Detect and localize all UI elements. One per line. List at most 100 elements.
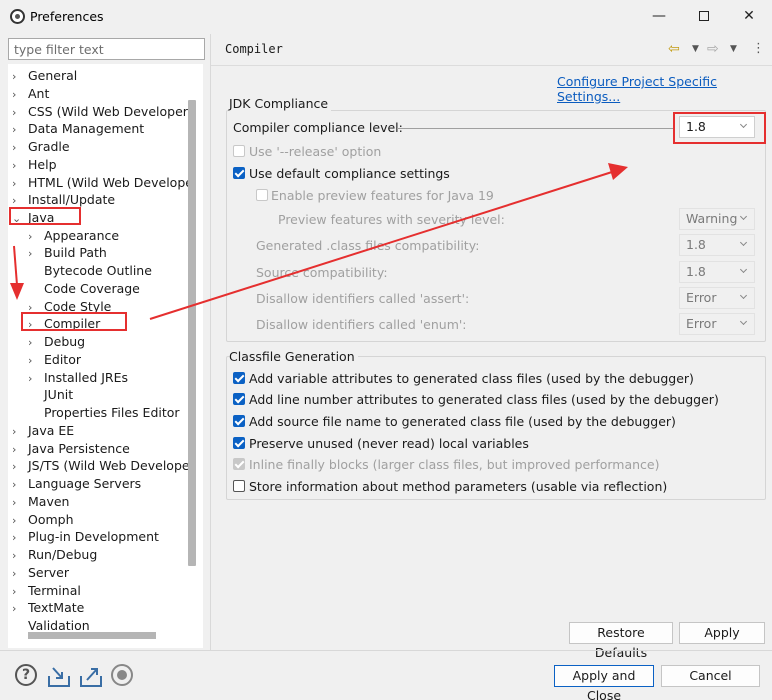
maximize-button[interactable]: [690, 5, 718, 27]
tree-item-server[interactable]: › Server: [12, 564, 69, 582]
tree-item-ant[interactable]: › Ant: [12, 85, 49, 103]
tree-item-oomph[interactable]: › Oomph: [12, 511, 74, 529]
tree-item-run-debug[interactable]: › Run/Debug: [12, 546, 97, 564]
cancel-button[interactable]: Cancel: [661, 665, 760, 687]
tree-horizontal-scrollbar[interactable]: [28, 632, 156, 639]
method-parameters-checkbox[interactable]: [233, 480, 245, 492]
tree-item-label: Bytecode Outline: [44, 263, 152, 278]
chevron-right-icon: ›: [12, 478, 17, 491]
tree-item-appearance[interactable]: › Appearance: [28, 227, 119, 245]
inline-finally-checkbox[interactable]: [233, 458, 245, 470]
preserve-unused-checkbox[interactable]: [233, 437, 245, 449]
tree-item-java-persistence[interactable]: › Java Persistence: [12, 440, 130, 458]
chevron-right-icon: ›: [28, 247, 33, 260]
apply-button[interactable]: Apply: [679, 622, 765, 644]
variable-attributes-checkbox[interactable]: [233, 372, 245, 384]
method-parameters-label: Store information about method parameter…: [249, 479, 668, 494]
source-file-name-checkbox[interactable]: [233, 415, 245, 427]
forward-dropdown-icon[interactable]: ▼: [730, 40, 737, 58]
tree-item-gradle[interactable]: › Gradle: [12, 138, 70, 156]
tree-item-label: Terminal: [28, 583, 81, 598]
preview-severity-select[interactable]: Warning: [679, 208, 755, 230]
chevron-right-icon: ›: [12, 123, 17, 136]
tree-item-css[interactable]: › CSS (Wild Web Developer): [12, 103, 193, 121]
tree-item-html[interactable]: › HTML (Wild Web Develope: [12, 174, 193, 192]
help-icon[interactable]: ?: [15, 664, 37, 686]
tree-item-label: Install/Update: [28, 192, 116, 207]
configure-project-settings-link[interactable]: Configure Project Specific Settings...: [557, 74, 772, 104]
tree-item-label: General: [28, 68, 78, 83]
compiler-highlight-box: [21, 312, 127, 331]
tree-item-data-management[interactable]: › Data Management: [12, 120, 144, 138]
preview-severity-label: Preview features with severity level:: [278, 212, 505, 227]
back-dropdown-icon[interactable]: ▼: [692, 40, 699, 58]
back-arrow-icon[interactable]: ⇦: [668, 40, 680, 58]
source-compat-select[interactable]: 1.8: [679, 261, 755, 283]
chevron-right-icon: ›: [12, 531, 17, 544]
use-release-label: Use '--release' option: [249, 144, 382, 159]
line-number-checkbox[interactable]: [233, 393, 245, 405]
disallow-assert-select[interactable]: Error: [679, 287, 755, 309]
tree-item-label: Build Path: [44, 245, 107, 260]
tree-item-properties-files-editor[interactable]: Properties Files Editor: [28, 404, 180, 422]
use-default-compliance-label: Use default compliance settings: [249, 166, 450, 181]
tree-item-textmate[interactable]: › TextMate: [12, 599, 84, 617]
tree-item-label: Installed JREs: [44, 370, 129, 385]
tree-item-build-path[interactable]: › Build Path: [28, 244, 107, 262]
tree-item-label: Java Persistence: [28, 441, 130, 456]
window-title: Preferences: [30, 9, 104, 24]
use-release-checkbox[interactable]: [233, 145, 245, 157]
tree-item-junit[interactable]: JUnit: [28, 386, 73, 404]
filter-input[interactable]: [8, 38, 205, 60]
chevron-right-icon: ›: [12, 425, 17, 438]
source-compat-label: Source compatibility:: [256, 265, 388, 280]
tree-item-label: Validation: [28, 618, 90, 633]
tree-item-label: Run/Debug: [28, 547, 98, 562]
apply-and-close-button[interactable]: Apply and Close: [554, 665, 654, 700]
tree-item-plugin-development[interactable]: › Plug-in Development: [12, 528, 159, 546]
tree-item-maven[interactable]: › Maven: [12, 493, 69, 511]
tree-item-label: Help: [28, 157, 57, 172]
view-menu-icon[interactable]: ⋮: [752, 40, 765, 58]
tree-item-terminal[interactable]: › Terminal: [12, 582, 81, 600]
preferences-tree: › General › Ant › CSS (Wild Web Developer) …: [8, 64, 203, 648]
disallow-enum-select[interactable]: Error: [679, 313, 755, 335]
tree-item-label: Properties Files Editor: [44, 405, 180, 420]
tree-item-help[interactable]: › Help: [12, 156, 57, 174]
minimize-button[interactable]: —: [645, 5, 673, 27]
forward-arrow-icon[interactable]: ⇨: [707, 40, 719, 58]
chevron-right-icon: ›: [28, 336, 33, 349]
import-icon[interactable]: [47, 664, 71, 688]
tree-item-installed-jres[interactable]: › Installed JREs: [28, 369, 128, 387]
classfile-generation-title: Classfile Generation: [229, 349, 358, 364]
source-compat-value: 1.8: [686, 264, 706, 279]
enable-preview-checkbox[interactable]: [256, 189, 268, 201]
tree-item-label: Gradle: [28, 139, 70, 154]
use-default-compliance-checkbox[interactable]: [233, 167, 245, 179]
tree-item-label: Data Management: [28, 121, 145, 136]
generated-compat-label: Generated .class files compatibility:: [256, 238, 480, 253]
restore-defaults-button[interactable]: Restore Defaults: [569, 622, 673, 660]
chevron-right-icon: ›: [28, 354, 33, 367]
tree-item-js-ts[interactable]: › JS/TS (Wild Web Developer: [12, 457, 195, 475]
tree-item-label: Editor: [44, 352, 81, 367]
tree-item-debug[interactable]: › Debug: [28, 333, 85, 351]
generated-compat-select[interactable]: 1.8: [679, 234, 755, 256]
chevron-down-icon: [739, 212, 748, 221]
chevron-right-icon: ›: [12, 549, 17, 562]
tree-item-general[interactable]: › General: [12, 67, 77, 85]
eclipse-icon: [10, 9, 25, 24]
record-icon[interactable]: [111, 664, 133, 686]
tree-item-label: Maven: [28, 494, 70, 509]
close-button[interactable]: ✕: [735, 5, 763, 27]
tree-item-label: Oomph: [28, 512, 74, 527]
export-icon[interactable]: [79, 664, 103, 688]
tree-vertical-scrollbar[interactable]: [188, 100, 196, 566]
tree-item-java-ee[interactable]: › Java EE: [12, 422, 74, 440]
jdk-compliance-title: JDK Compliance: [229, 96, 332, 111]
tree-item-code-coverage[interactable]: Code Coverage: [28, 280, 140, 298]
tree-item-editor[interactable]: › Editor: [28, 351, 81, 369]
tree-item-language-servers[interactable]: › Language Servers: [12, 475, 141, 493]
tree-item-bytecode-outline[interactable]: Bytecode Outline: [28, 262, 152, 280]
compliance-guide-line: [397, 128, 675, 129]
